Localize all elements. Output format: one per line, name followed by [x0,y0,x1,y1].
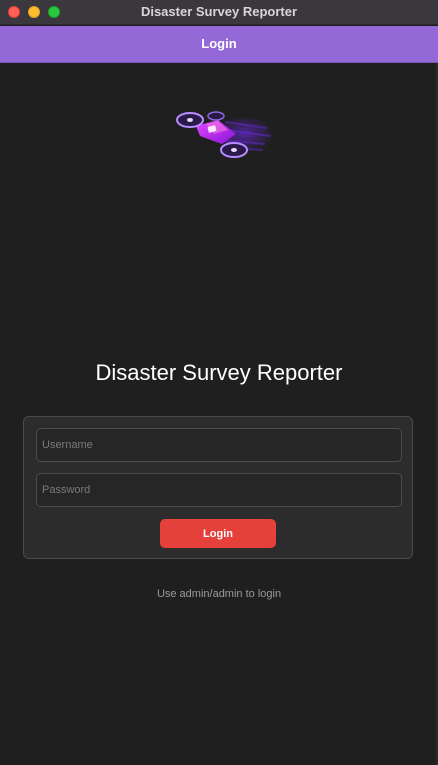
login-button[interactable]: Login [160,519,276,548]
username-input[interactable] [36,428,402,462]
app-bar: Login [0,26,438,63]
appbar-title: Login [201,36,237,51]
window-titlebar: Disaster Survey Reporter [0,0,438,25]
maximize-window-button[interactable] [48,6,60,18]
login-hint: Use admin/admin to login [156,588,282,600]
window-title: Disaster Survey Reporter [140,4,298,19]
drone-logo-icon [170,104,274,168]
password-input[interactable] [36,473,402,507]
login-form-card: Login [23,416,413,559]
app-heading: Disaster Survey Reporter [95,360,343,385]
minimize-window-button[interactable] [28,6,40,18]
close-window-button[interactable] [8,6,20,18]
app-window: Disaster Survey Reporter Login Disaster … [0,0,438,765]
